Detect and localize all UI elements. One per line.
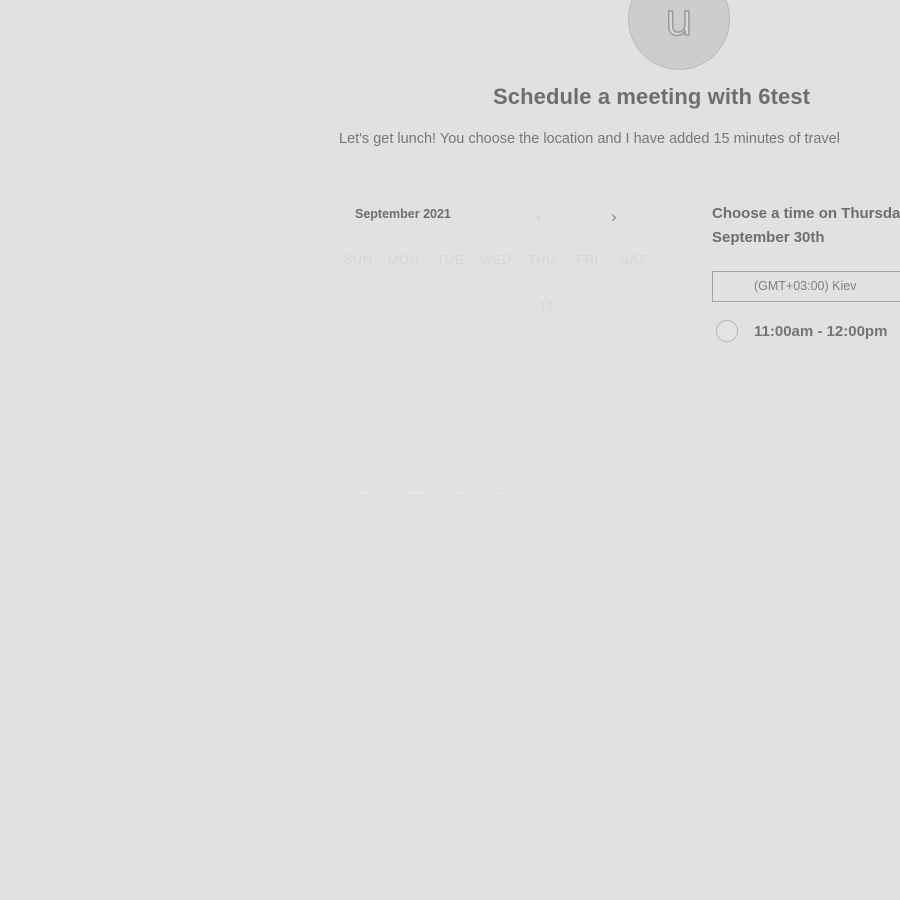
faint-mark — [456, 492, 462, 494]
weekday-mon: MON — [387, 252, 420, 267]
chevron-right-icon[interactable]: › — [611, 207, 617, 227]
weekday-tue: TUE — [436, 252, 465, 267]
scheduling-page: u Schedule a meeting with 6test Let's ge… — [0, 0, 900, 900]
time-slot-label: 11:00am - 12:00pm — [754, 322, 888, 340]
weekday-thu: THU — [527, 252, 556, 267]
weekday-fri: FRI — [576, 252, 599, 267]
page-subtitle: Let's get lunch! You choose the location… — [339, 131, 840, 147]
calendar-month-label: September 2021 — [355, 207, 451, 221]
calendar-day[interactable]: 12 — [539, 299, 553, 314]
calendar-weekday-header: SUN MON TUE WED THU FRI SAT — [336, 252, 656, 267]
weekday-wed: WED — [480, 252, 512, 267]
faint-mark — [499, 492, 504, 494]
faint-mark — [360, 492, 368, 494]
time-slot-option[interactable]: 11:00am - 12:00pm — [716, 320, 887, 342]
timezone-select[interactable]: (GMT+03:00) Kiev — [712, 271, 900, 302]
avatar-letter: u — [664, 0, 693, 46]
timezone-value: (GMT+03:00) Kiev — [754, 279, 857, 293]
avatar: u — [628, 0, 730, 70]
page-title: Schedule a meeting with 6test — [493, 84, 811, 109]
time-slot-radio[interactable] — [716, 320, 738, 342]
chevron-left-icon[interactable]: ‹ — [536, 207, 542, 227]
weekday-sun: SUN — [343, 252, 373, 267]
weekday-sat: SAT — [620, 252, 647, 267]
time-panel-title: Choose a time on Thursday, September 30t… — [712, 205, 900, 246]
faint-mark — [405, 492, 423, 494]
